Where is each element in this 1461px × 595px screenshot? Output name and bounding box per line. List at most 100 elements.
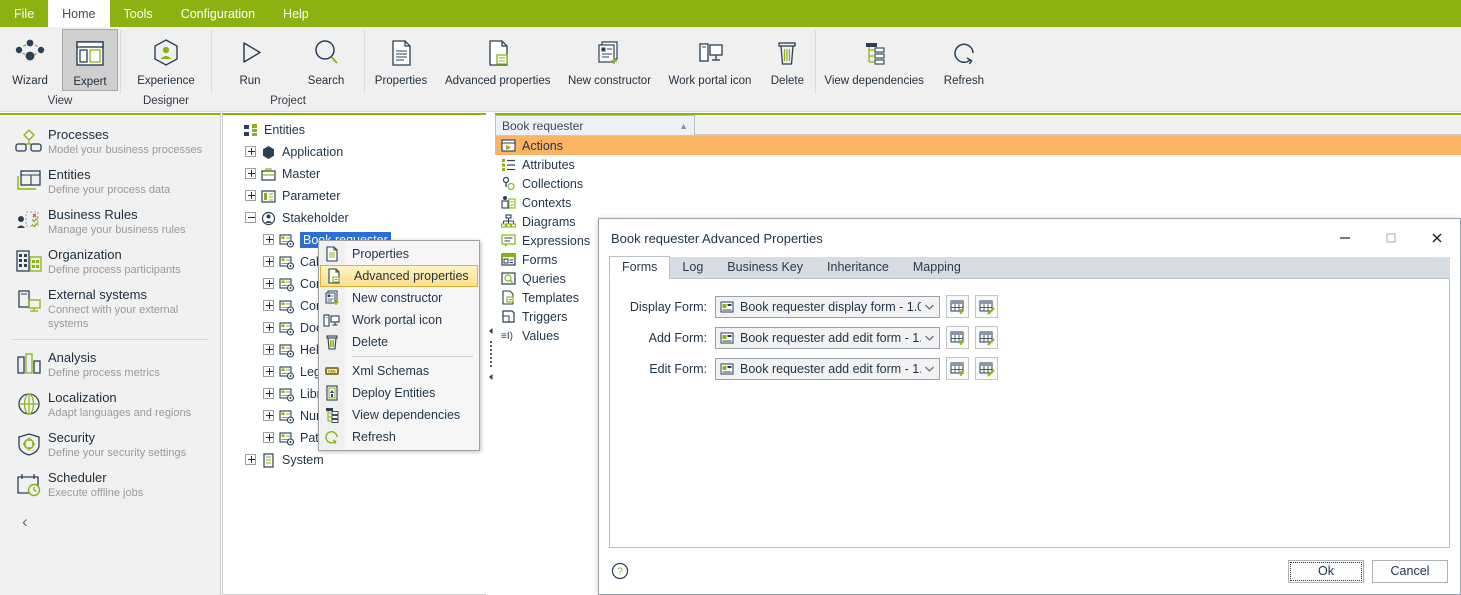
tree-node-stakeholder[interactable]: Stakeholder bbox=[223, 207, 489, 229]
add-form-combo[interactable]: Book requester add edit form - 1.0 bbox=[715, 326, 940, 349]
security-icon bbox=[12, 430, 46, 460]
maximize-icon[interactable] bbox=[1368, 220, 1414, 256]
section-item-contexts[interactable]: Contexts bbox=[495, 193, 1461, 212]
add-display-form-button[interactable] bbox=[946, 295, 969, 318]
section-item-expressions-label: Expressions bbox=[522, 233, 591, 248]
nav-item-security-subtitle: Define your security settings bbox=[48, 447, 187, 459]
menu-item-tools[interactable]: Tools bbox=[110, 0, 167, 27]
ribbon-button-properties[interactable]: Properties bbox=[367, 29, 435, 89]
tree-node-parameter[interactable]: Parameter bbox=[223, 185, 489, 207]
tree-node-master[interactable]: Master bbox=[223, 163, 489, 185]
edit-edit-form-button[interactable] bbox=[975, 357, 998, 380]
minimize-icon[interactable] bbox=[1322, 220, 1368, 256]
help-icon[interactable]: ? bbox=[611, 562, 629, 580]
ribbon-button-refresh[interactable]: Refresh bbox=[934, 29, 994, 89]
tree-expander-call-center[interactable] bbox=[263, 255, 276, 269]
tree-expander-patient[interactable] bbox=[263, 431, 276, 445]
edit-form-combo[interactable]: Book requester add edit form - 1.0 bbox=[715, 357, 940, 380]
edit-display-form-button[interactable] bbox=[975, 295, 998, 318]
section-item-forms-label: Forms bbox=[522, 252, 558, 267]
ribbon-button-work-portal-icon-label: Work portal icon bbox=[668, 75, 752, 87]
nav-item-localization[interactable]: Localization Adapt languages and regions bbox=[0, 384, 220, 424]
context-menu-item-view-dependencies[interactable]: View dependencies bbox=[319, 404, 479, 426]
tree-expander-doctor[interactable] bbox=[263, 321, 276, 335]
dialog-tab-mapping[interactable]: Mapping bbox=[901, 257, 973, 278]
nav-item-processes[interactable]: Processes Model your business processes bbox=[0, 121, 220, 161]
context-menu-item-xml-schemas[interactable]: XML Xml Schemas bbox=[319, 360, 479, 382]
tree-expander-stakeholder[interactable] bbox=[245, 211, 258, 225]
tree-expander-master[interactable] bbox=[245, 167, 258, 181]
nav-item-entities[interactable]: Entities Define your process data bbox=[0, 161, 220, 201]
nav-item-business-rules[interactable]: Business Rules Manage your business rule… bbox=[0, 201, 220, 241]
ribbon-button-search[interactable]: Search bbox=[290, 29, 362, 89]
ribbon-button-new-constructor[interactable]: New constructor bbox=[560, 29, 658, 89]
display-form-combo[interactable]: Book requester display form - 1.0 bbox=[715, 295, 940, 318]
ribbon-button-expert[interactable]: Expert bbox=[62, 29, 118, 91]
chevron-up-icon[interactable]: ▲ bbox=[679, 121, 688, 131]
nav-item-scheduler[interactable]: Scheduler Execute offline jobs bbox=[0, 464, 220, 504]
chevron-down-icon[interactable] bbox=[921, 366, 937, 372]
context-menu-item-properties[interactable]: Properties bbox=[319, 243, 479, 265]
ribbon-button-experience[interactable]: Experience bbox=[123, 29, 209, 89]
nav-item-security[interactable]: Security Define your security settings bbox=[0, 424, 220, 464]
sidebar-collapse-button[interactable]: ‹ bbox=[0, 504, 220, 532]
master-icon bbox=[261, 167, 278, 182]
ribbon-button-run[interactable]: Run bbox=[214, 29, 286, 89]
menu-item-help[interactable]: Help bbox=[269, 0, 323, 27]
cancel-button[interactable]: Cancel bbox=[1372, 559, 1448, 583]
tree-node-entities-root[interactable]: Entities bbox=[223, 119, 489, 141]
section-item-collections[interactable]: Collections bbox=[495, 174, 1461, 193]
ribbon-button-work-portal-icon[interactable]: Work portal icon bbox=[662, 29, 757, 89]
context-menu-item-delete[interactable]: Delete bbox=[319, 331, 479, 353]
context-menu-item-refresh[interactable]: Refresh bbox=[319, 426, 479, 448]
tree-expander-book-requester[interactable] bbox=[263, 233, 276, 247]
tree-expander-parameter[interactable] bbox=[245, 189, 258, 203]
tree-expander-legal-a[interactable] bbox=[263, 365, 276, 379]
nav-item-analysis[interactable]: Analysis Define process metrics bbox=[0, 344, 220, 384]
edit-form-value: Book requester add edit form - 1.0 bbox=[740, 361, 921, 376]
svg-text:?: ? bbox=[617, 567, 623, 578]
dialog-tab-log[interactable]: Log bbox=[670, 257, 715, 278]
ok-button[interactable]: Ok bbox=[1288, 559, 1364, 583]
ribbon-button-view-dependencies[interactable]: View dependencies bbox=[818, 29, 930, 89]
tree-node-system[interactable]: System bbox=[223, 449, 489, 471]
tree-expander-help-desk[interactable] bbox=[263, 343, 276, 357]
tree-expander-application[interactable] bbox=[245, 145, 258, 159]
properties-icon bbox=[386, 33, 416, 73]
dialog-tab-inheritance[interactable]: Inheritance bbox=[815, 257, 901, 278]
tree-expander-contra[interactable] bbox=[263, 299, 276, 313]
stakeholder-icon bbox=[261, 211, 278, 226]
context-menu-item-deploy-entities-label: Deploy Entities bbox=[352, 386, 436, 400]
add-add-form-button[interactable] bbox=[946, 326, 969, 349]
nav-item-external-systems[interactable]: External systems Connect with your exter… bbox=[0, 281, 220, 335]
nav-item-organization[interactable]: Organization Define process participants bbox=[0, 241, 220, 281]
context-menu-item-work-portal-icon[interactable]: Work portal icon bbox=[319, 309, 479, 331]
tab-book-requester[interactable]: Book requester ▲ bbox=[495, 115, 695, 135]
menu-item-file[interactable]: File bbox=[0, 0, 48, 27]
splitter-grip[interactable] bbox=[490, 341, 492, 367]
ribbon-group-designer: Experience Designer bbox=[121, 27, 211, 112]
properties-icon bbox=[319, 246, 344, 262]
tree-expander-conser[interactable] bbox=[263, 277, 276, 291]
tree-node-application[interactable]: Application bbox=[223, 141, 489, 163]
section-item-actions[interactable]: Actions bbox=[495, 136, 1461, 155]
dialog-tab-forms[interactable]: Forms bbox=[609, 256, 671, 279]
tree-expander-librarian[interactable] bbox=[263, 387, 276, 401]
tree-expander-system[interactable] bbox=[245, 453, 258, 467]
ribbon-button-wizard[interactable]: Wizard bbox=[2, 29, 58, 89]
context-menu-item-new-constructor[interactable]: New constructor bbox=[319, 287, 479, 309]
context-menu-item-advanced-properties[interactable]: Advanced properties bbox=[320, 265, 478, 287]
context-menu-item-deploy-entities[interactable]: Deploy Entities bbox=[319, 382, 479, 404]
close-icon[interactable] bbox=[1414, 220, 1460, 256]
menu-item-home[interactable]: Home bbox=[48, 0, 110, 27]
dialog-tab-business-key[interactable]: Business Key bbox=[715, 257, 815, 278]
menu-item-configuration[interactable]: Configuration bbox=[167, 0, 269, 27]
section-item-attributes[interactable]: Attributes bbox=[495, 155, 1461, 174]
edit-add-form-button[interactable] bbox=[975, 326, 998, 349]
ribbon-button-advanced-properties[interactable]: Advanced properties bbox=[439, 29, 556, 89]
add-edit-form-button[interactable] bbox=[946, 357, 969, 380]
ribbon-button-delete[interactable]: Delete bbox=[761, 29, 813, 89]
chevron-down-icon[interactable] bbox=[921, 335, 937, 341]
chevron-down-icon[interactable] bbox=[921, 304, 937, 310]
tree-expander-nurse[interactable] bbox=[263, 409, 276, 423]
